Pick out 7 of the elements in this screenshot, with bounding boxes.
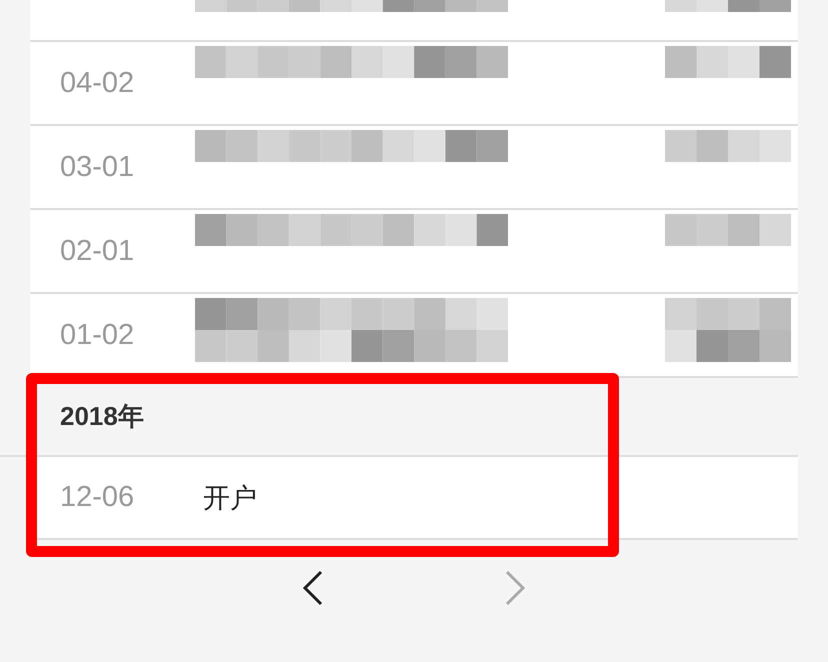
date-label: 02-01 [60,234,134,268]
transaction-description: 开户 [203,482,257,514]
date-label: 03-01 [60,150,134,184]
date-label: 12-06 [60,481,134,514]
date-label: 01-02 [60,318,134,352]
previous-button[interactable] [302,570,324,606]
date-label: 04-02 [60,66,134,100]
